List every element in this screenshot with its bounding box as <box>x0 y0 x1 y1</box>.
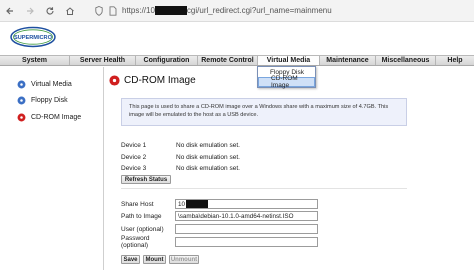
user-label: User (optional) <box>121 225 164 233</box>
device-row: Device 3 No disk emulation set. <box>121 163 240 173</box>
menu-item-miscellaneous[interactable]: Miscellaneous <box>376 56 436 65</box>
path-label: Path to Image <box>121 212 162 220</box>
header-banner: SUPERMICRO <box>0 22 474 55</box>
sidebar-item-virtual-media[interactable]: Virtual Media <box>17 78 72 90</box>
menu-item-system[interactable]: System <box>0 56 70 65</box>
main-menu-bar: System Server Health Configuration Remot… <box>0 55 474 66</box>
page-title-text: CD-ROM Image <box>124 75 196 86</box>
device-status: No disk emulation set. <box>176 164 240 172</box>
url-prefix: https://10 <box>122 5 155 15</box>
page-title: CD-ROM Image <box>109 75 196 86</box>
page-info-icon[interactable] <box>108 5 118 17</box>
dropdown-item-cdrom-image[interactable]: CD-ROM Image <box>258 75 315 89</box>
sidebar-item-label: Virtual Media <box>31 80 72 88</box>
user-input[interactable] <box>175 224 318 234</box>
share-host-value: 10 <box>178 200 186 208</box>
address-bar[interactable]: https://10 cgi/url_redirect.cgi?url_name=… <box>94 3 332 19</box>
url-suffix: cgi/url_redirect.cgi?url_name=mainmenu <box>186 5 332 15</box>
sidebar-item-floppy-disk[interactable]: Floppy Disk <box>17 94 68 106</box>
device-row: Device 1 No disk emulation set. <box>121 140 240 150</box>
cdrom-icon <box>109 75 120 86</box>
save-button[interactable]: Save <box>121 255 140 264</box>
device-label: Device 3 <box>121 164 147 172</box>
home-icon <box>66 6 74 15</box>
mount-button[interactable]: Mount <box>143 255 166 264</box>
password-label: Password (optional) <box>121 235 150 249</box>
home-button[interactable] <box>60 1 80 21</box>
forward-button[interactable] <box>20 1 40 21</box>
arrow-left-icon <box>6 7 13 14</box>
menu-item-remote-control[interactable]: Remote Control <box>198 56 258 65</box>
device-row: Device 2 No disk emulation set. <box>121 152 240 162</box>
sidebar: Virtual Media Floppy Disk CD-ROM Image <box>0 67 104 270</box>
reload-button[interactable] <box>40 1 60 21</box>
device-status: No disk emulation set. <box>176 153 240 161</box>
disc-icon <box>17 96 26 104</box>
sidebar-item-label: CD-ROM Image <box>31 113 82 121</box>
user-row: User (optional) <box>121 224 318 234</box>
path-input[interactable]: \samba\debian-10.1.0-amd64-netinst.ISO <box>175 211 318 221</box>
virtual-media-dropdown: Floppy Disk CD-ROM Image <box>257 66 316 89</box>
device-label: Device 1 <box>121 141 147 149</box>
browser-toolbar: https://10 cgi/url_redirect.cgi?url_name=… <box>0 0 474 22</box>
divider <box>121 188 407 189</box>
device-label: Device 2 <box>121 153 147 161</box>
back-button[interactable] <box>0 1 20 21</box>
disc-icon <box>17 80 26 88</box>
menu-item-maintenance[interactable]: Maintenance <box>320 56 376 65</box>
share-host-row: Share Host 10 <box>121 199 318 209</box>
path-row: Path to Image \samba\debian-10.1.0-amd64… <box>121 211 318 221</box>
url-text: https://10 cgi/url_redirect.cgi?url_name=… <box>122 5 332 16</box>
arrow-right-icon <box>27 7 34 14</box>
menu-item-help[interactable]: Help <box>436 56 474 65</box>
supermicro-logo: SUPERMICRO <box>10 26 56 48</box>
share-host-label: Share Host <box>121 200 154 208</box>
refresh-status-button[interactable]: Refresh Status <box>121 175 171 184</box>
unmount-button[interactable]: Unmount <box>169 255 199 264</box>
main-content: CD-ROM Image This page is used to share … <box>105 67 474 270</box>
logo-text: SUPERMICRO <box>14 35 53 41</box>
reload-icon <box>46 6 54 15</box>
sidebar-item-cdrom-image[interactable]: CD-ROM Image <box>17 111 81 123</box>
info-box: This page is used to share a CD-ROM imag… <box>121 98 407 126</box>
menu-item-configuration[interactable]: Configuration <box>136 56 198 65</box>
menu-item-server-health[interactable]: Server Health <box>70 56 136 65</box>
share-host-input[interactable]: 10 <box>175 199 318 209</box>
redacted-block <box>186 200 209 208</box>
shield-icon <box>94 5 104 17</box>
menu-item-virtual-media[interactable]: Virtual Media <box>258 56 320 65</box>
cdrom-icon <box>17 113 26 121</box>
password-row: Password (optional) <box>121 235 318 249</box>
password-input[interactable] <box>175 237 318 247</box>
device-status: No disk emulation set. <box>176 141 240 149</box>
redacted-block <box>154 6 187 16</box>
sidebar-item-label: Floppy Disk <box>31 96 68 104</box>
